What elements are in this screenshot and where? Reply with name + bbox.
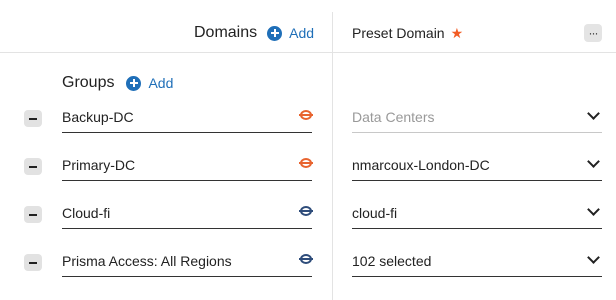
group-row: Backup-DC Data Centers bbox=[0, 99, 616, 139]
preset-domain-select[interactable]: 102 selected bbox=[352, 243, 602, 277]
preset-domain-value: cloud-fi bbox=[352, 205, 398, 221]
plus-circle-icon bbox=[126, 75, 142, 91]
domains-header: Domains Add bbox=[194, 24, 314, 42]
chevron-down-icon bbox=[587, 203, 600, 216]
domain-status-icon bbox=[299, 254, 313, 264]
group-row: Primary-DC nmarcoux-London-DC bbox=[0, 147, 616, 187]
remove-group-button[interactable] bbox=[24, 110, 42, 127]
preset-domain-value: nmarcoux-London-DC bbox=[352, 157, 490, 173]
add-domain-button[interactable]: Add bbox=[267, 25, 314, 41]
group-row: Prisma Access: All Regions 102 selected bbox=[0, 243, 616, 283]
preset-domain-value: Data Centers bbox=[352, 109, 435, 125]
groups-title: Groups bbox=[62, 74, 115, 91]
group-name-field[interactable]: Cloud-fi bbox=[62, 195, 313, 229]
chevron-down-icon bbox=[587, 107, 600, 120]
plus-circle-icon bbox=[267, 25, 283, 41]
remove-group-button[interactable] bbox=[24, 206, 42, 223]
chevron-down-icon bbox=[587, 251, 600, 264]
add-group-button[interactable]: Add bbox=[126, 75, 173, 91]
domain-status-icon bbox=[299, 158, 313, 168]
group-name: Primary-DC bbox=[62, 157, 136, 173]
preset-domain-title: Preset Domain bbox=[352, 25, 445, 41]
remove-group-button[interactable] bbox=[24, 158, 42, 175]
preset-domain-header: Preset Domain ★ bbox=[352, 25, 463, 41]
group-name: Cloud-fi bbox=[62, 205, 111, 221]
preset-domain-select[interactable]: Data Centers bbox=[352, 99, 602, 133]
group-name: Backup-DC bbox=[62, 109, 134, 125]
add-domain-label: Add bbox=[289, 25, 315, 41]
group-name-field[interactable]: Backup-DC bbox=[62, 99, 313, 133]
preset-domain-select[interactable]: nmarcoux-London-DC bbox=[352, 147, 602, 181]
domain-status-icon bbox=[299, 110, 313, 120]
header-divider bbox=[0, 52, 616, 53]
preset-domain-value: 102 selected bbox=[352, 253, 432, 269]
group-name-field[interactable]: Primary-DC bbox=[62, 147, 313, 181]
domain-status-icon bbox=[299, 206, 313, 216]
star-icon: ★ bbox=[450, 25, 464, 41]
group-name-field[interactable]: Prisma Access: All Regions bbox=[62, 243, 313, 277]
remove-group-button[interactable] bbox=[24, 254, 42, 271]
add-group-label: Add bbox=[148, 75, 174, 91]
group-name: Prisma Access: All Regions bbox=[62, 253, 232, 269]
domains-title: Domains bbox=[194, 24, 258, 41]
preset-domain-select[interactable]: cloud-fi bbox=[352, 195, 602, 229]
chevron-down-icon bbox=[587, 155, 600, 168]
groups-header: Groups Add bbox=[62, 73, 173, 93]
more-options-button[interactable]: ··· bbox=[584, 24, 602, 42]
group-row: Cloud-fi cloud-fi bbox=[0, 195, 616, 235]
